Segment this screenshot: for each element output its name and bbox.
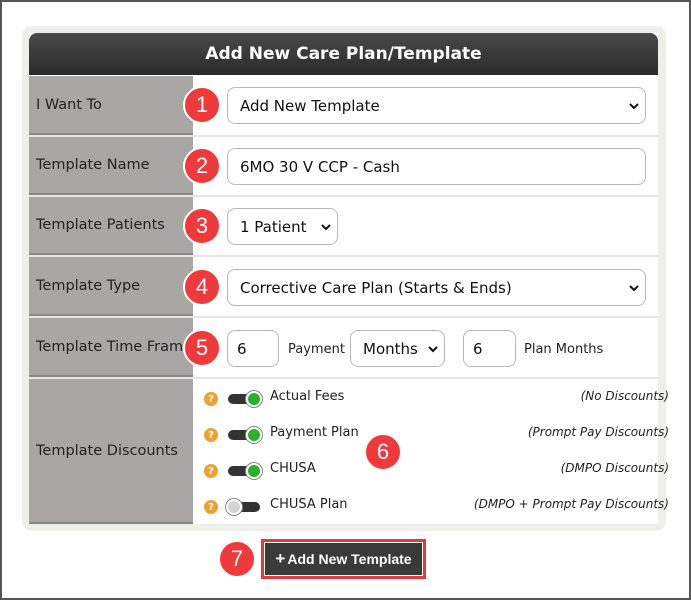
- add-new-template-button[interactable]: + Add New Template: [265, 543, 422, 575]
- row-i-want-to: I Want To Add New Template: [29, 76, 658, 137]
- discount-name: CHUSA: [270, 461, 316, 476]
- row-template-name: Template Name 6MO 30 V CCP - Cash: [29, 137, 658, 197]
- plan-months-value: 6: [473, 339, 483, 358]
- toggle-knob: [246, 427, 262, 443]
- discount-toggle[interactable]: [228, 391, 262, 407]
- template-type-label: Template Type: [29, 257, 193, 316]
- discount-name: Payment Plan: [270, 425, 359, 440]
- help-icon[interactable]: ?: [204, 392, 218, 406]
- discount-item: ? Payment Plan (Prompt Pay Discounts): [204, 425, 669, 447]
- i-want-to-value: Add New Template: [240, 96, 380, 115]
- template-name-value: 6MO 30 V CCP - Cash: [240, 157, 400, 176]
- chevron-down-icon: [629, 102, 639, 109]
- payment-label: Payment: [288, 342, 345, 357]
- discount-name: Actual Fees: [270, 389, 345, 404]
- callout-badge-4: 4: [183, 268, 221, 306]
- payment-count-input[interactable]: 6: [227, 330, 279, 367]
- callout-badge-2: 2: [183, 147, 221, 185]
- plan-months-label: Plan Months: [524, 342, 604, 357]
- i-want-to-select[interactable]: Add New Template: [227, 87, 646, 124]
- toggle-knob: [246, 391, 262, 407]
- plan-months-input[interactable]: 6: [463, 330, 516, 367]
- chevron-down-icon: [629, 284, 639, 291]
- discount-item: ? CHUSA Plan (DMPO + Prompt Pay Discount…: [204, 497, 669, 519]
- chevron-down-icon: [428, 345, 438, 352]
- template-type-select[interactable]: Corrective Care Plan (Starts & Ends): [227, 269, 646, 306]
- discount-name: CHUSA Plan: [270, 497, 348, 512]
- discount-item: ? Actual Fees (No Discounts): [204, 389, 669, 411]
- template-type-value: Corrective Care Plan (Starts & Ends): [240, 278, 512, 297]
- template-discounts-label: Template Discounts: [29, 379, 193, 524]
- care-plan-form: Add New Care Plan/Template I Want To Add…: [29, 33, 669, 524]
- template-name-label: Template Name: [29, 137, 193, 195]
- toggle-knob: [246, 463, 262, 479]
- template-name-input[interactable]: 6MO 30 V CCP - Cash: [227, 148, 646, 185]
- callout-badge-6: 6: [364, 433, 402, 471]
- callout-badge-7: 7: [218, 540, 256, 578]
- help-icon[interactable]: ?: [204, 428, 218, 442]
- discount-note: (No Discounts): [580, 389, 669, 403]
- template-patients-select[interactable]: 1 Patient: [227, 208, 338, 245]
- chevron-down-icon: [321, 223, 331, 230]
- row-template-discounts: Template Discounts ? Actual Fees (No Dis…: [29, 379, 669, 524]
- help-icon[interactable]: ?: [204, 464, 218, 478]
- row-template-type: Template Type Corrective Care Plan (Star…: [29, 257, 658, 318]
- add-new-template-label: Add New Template: [287, 551, 412, 567]
- discount-note: (Prompt Pay Discounts): [527, 425, 669, 439]
- callout-badge-3: 3: [183, 207, 221, 245]
- form-title: Add New Care Plan/Template: [29, 33, 658, 75]
- template-time-frame-label: Template Time Frame: [29, 318, 193, 377]
- toggle-knob: [226, 499, 242, 515]
- time-unit-value: Months: [363, 339, 418, 358]
- callout-badge-1: 1: [183, 86, 221, 124]
- template-patients-value: 1 Patient: [240, 217, 307, 236]
- template-patients-label: Template Patients: [29, 197, 193, 255]
- discount-toggle[interactable]: [228, 427, 262, 443]
- row-template-patients: Template Patients 1 Patient: [29, 197, 658, 257]
- add-template-button-highlight: + Add New Template: [261, 539, 426, 579]
- i-want-to-label: I Want To: [29, 76, 193, 135]
- discount-note: (DMPO Discounts): [560, 461, 669, 475]
- callout-badge-5: 5: [183, 329, 221, 367]
- discount-note: (DMPO + Prompt Pay Discounts): [473, 497, 669, 511]
- discount-item: ? CHUSA (DMPO Discounts): [204, 461, 669, 483]
- discount-toggle[interactable]: [226, 499, 260, 515]
- help-icon[interactable]: ?: [204, 500, 218, 514]
- discount-toggle[interactable]: [228, 463, 262, 479]
- plus-icon: +: [275, 549, 286, 568]
- time-unit-select[interactable]: Months: [350, 330, 445, 367]
- payment-count-value: 6: [237, 339, 247, 358]
- row-template-time-frame: Template Time Frame 6 Payment Months 6 P…: [29, 318, 658, 379]
